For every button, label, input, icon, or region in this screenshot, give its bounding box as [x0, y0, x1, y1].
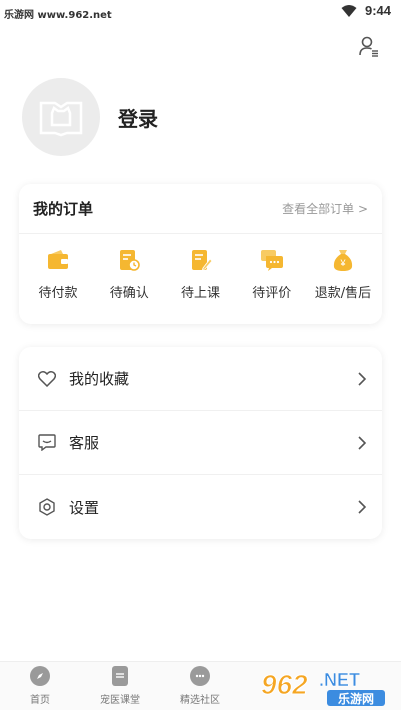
- heart-icon: [37, 369, 57, 389]
- watermark-logo: 962 .NET 乐游网: [257, 664, 399, 708]
- user-list-icon: [359, 36, 378, 57]
- menu-item-label: 客服: [69, 434, 100, 452]
- order-status-label: 退款/售后: [314, 286, 372, 301]
- tab-vet-class[interactable]: 宠医课堂: [80, 666, 160, 706]
- document-icon: [112, 666, 128, 686]
- order-status-label: 待付款: [38, 286, 78, 301]
- compass-icon: [30, 666, 50, 686]
- order-status-pending-class[interactable]: 待上课: [168, 248, 234, 301]
- wifi-icon: [341, 4, 357, 17]
- status-time: 9:44: [364, 3, 391, 18]
- view-all-orders-link[interactable]: 查看全部订单 >: [282, 200, 368, 217]
- menu-item-label: 我的收藏: [69, 370, 130, 388]
- profile-header: 登录: [22, 78, 158, 156]
- orders-header: 我的订单 查看全部订单 >: [19, 184, 382, 234]
- svg-text:962: 962: [261, 669, 308, 700]
- svg-text:¥: ¥: [339, 258, 346, 268]
- chevron-right-icon: [358, 500, 367, 514]
- orders-title: 我的订单: [33, 200, 94, 218]
- tab-label: 精选社区: [180, 695, 220, 706]
- chat-icon: [37, 433, 57, 453]
- orders-card: 我的订单 查看全部订单 > 待付款 待确认 待上课 待评价 ¥ 退款/售后: [19, 184, 382, 324]
- avatar-placeholder-icon: [39, 101, 83, 137]
- pending-doc-icon: [120, 250, 141, 271]
- order-status-pending-payment[interactable]: 待付款: [25, 248, 91, 301]
- order-status-label: 待确认: [109, 286, 149, 301]
- chevron-right-icon: [358, 435, 367, 450]
- menu-item-customer-service[interactable]: 客服: [19, 411, 382, 475]
- order-status-label: 待评价: [252, 286, 292, 301]
- status-bar: 乐游网 www.962.net 9:44: [0, 0, 401, 26]
- tab-community[interactable]: 精选社区: [160, 666, 240, 706]
- money-bag-icon: ¥: [333, 250, 353, 271]
- login-link[interactable]: 登录: [118, 103, 158, 132]
- chevron-right-icon: [358, 371, 367, 386]
- community-icon: [190, 666, 210, 686]
- settings-icon: [37, 497, 57, 517]
- avatar[interactable]: [22, 78, 100, 156]
- wallet-icon: [48, 250, 68, 269]
- svg-text:.NET: .NET: [319, 670, 360, 690]
- order-status-refund[interactable]: ¥ 退款/售后: [310, 248, 376, 301]
- status-right: 9:44: [341, 3, 391, 18]
- svg-text:乐游网: 乐游网: [338, 691, 374, 706]
- tab-label: 首页: [30, 695, 50, 706]
- order-status-label: 待上课: [180, 286, 220, 301]
- user-menu-button[interactable]: [357, 34, 381, 58]
- review-chat-icon: [260, 250, 283, 271]
- order-status-list: 待付款 待确认 待上课 待评价 ¥ 退款/售后: [19, 234, 382, 301]
- menu-item-favorites[interactable]: 我的收藏: [19, 347, 382, 411]
- status-site-text: 乐游网 www.962.net: [4, 10, 112, 21]
- menu-item-label: 设置: [69, 498, 100, 517]
- tab-label: 宠医课堂: [100, 695, 140, 706]
- tab-home[interactable]: 首页: [0, 666, 80, 706]
- menu-card: 我的收藏 客服 设置: [19, 347, 382, 539]
- class-doc-icon: [191, 250, 213, 271]
- menu-item-settings[interactable]: 设置: [19, 475, 382, 539]
- order-status-pending-review[interactable]: 待评价: [239, 248, 305, 301]
- order-status-pending-confirm[interactable]: 待确认: [96, 248, 162, 301]
